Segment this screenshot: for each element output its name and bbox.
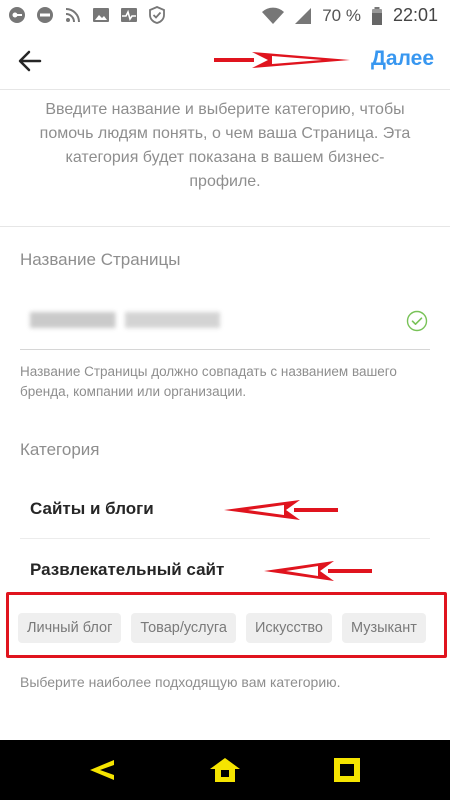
- status-bar: 70 % 22:01: [0, 0, 450, 32]
- chip-product-service[interactable]: Товар/услуга: [131, 613, 236, 643]
- chip-art[interactable]: Искусство: [245, 613, 332, 643]
- clock: 22:01: [392, 5, 438, 25]
- annotation-arrow-left: [224, 500, 338, 520]
- page-name-label: Название Страницы: [20, 250, 181, 269]
- annotation-arrow-right: [214, 52, 350, 68]
- status-left-icons: [8, 6, 166, 24]
- category-hint: Выберите наиболее подходящую вам категор…: [20, 674, 341, 690]
- page-name-input[interactable]: [20, 292, 430, 350]
- category-chips: Личный блог Товар/услуга Искусство Музык…: [18, 613, 426, 643]
- page-name-hint: Название Страницы должно совпадать с наз…: [20, 364, 397, 399]
- back-arrow-icon[interactable]: [14, 46, 46, 76]
- category-label: Категория: [20, 440, 100, 459]
- recent-apps-nav-icon[interactable]: [330, 756, 364, 784]
- do-not-disturb-icon: [37, 7, 53, 23]
- category-entertainment-site[interactable]: Развлекательный сайт: [30, 560, 224, 580]
- intro-text: Введите название и выберите категорию, ч…: [39, 101, 411, 190]
- chip-musician[interactable]: Музыкант: [341, 613, 426, 643]
- rss-icon: [65, 8, 80, 23]
- wifi-icon: [262, 7, 285, 24]
- shield-check-icon: [149, 6, 165, 24]
- annotation-arrow-left: [264, 561, 372, 581]
- home-nav-icon[interactable]: [208, 756, 242, 784]
- divider: [0, 226, 450, 227]
- activity-icon: [121, 8, 137, 22]
- check-circle-icon: [406, 310, 428, 332]
- battery-percent: 70 %: [322, 5, 361, 25]
- status-right-icons: 70 % 22:01: [262, 5, 438, 26]
- category-divider: [20, 538, 430, 539]
- signal-icon: [295, 7, 312, 24]
- back-nav-icon[interactable]: [84, 756, 118, 784]
- vpn-key-icon: [9, 7, 25, 23]
- blurred-page-name: [30, 312, 220, 328]
- chip-personal-blog[interactable]: Личный блог: [18, 613, 122, 643]
- category-suggestions: Личный блог Товар/услуга Искусство Музык…: [6, 592, 447, 658]
- battery-icon: [371, 6, 382, 25]
- image-icon: [93, 8, 109, 22]
- category-sites-blogs[interactable]: Сайты и блоги: [30, 499, 154, 519]
- next-button[interactable]: Далее: [371, 47, 434, 71]
- navigation-bar: [0, 740, 450, 800]
